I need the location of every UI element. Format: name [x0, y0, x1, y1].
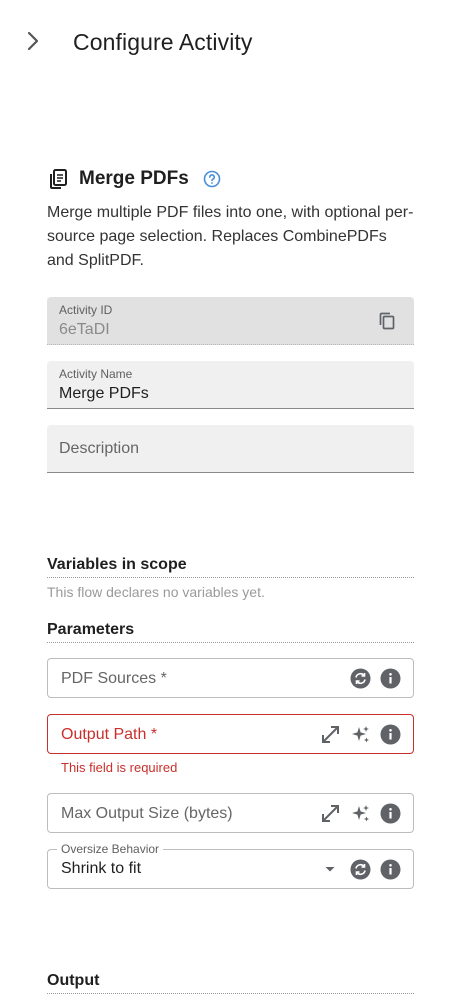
copy-icon	[379, 312, 395, 330]
activity-id-value: 6eTaDI	[59, 321, 110, 338]
info-button[interactable]	[379, 802, 401, 824]
chevron-right-icon	[27, 31, 39, 51]
sparkle-icon	[351, 804, 369, 821]
info-icon	[380, 859, 400, 879]
info-icon	[380, 668, 400, 688]
activity-title: Merge PDFs	[79, 168, 189, 189]
max-output-size-field[interactable]: Max Output Size (bytes)	[47, 793, 414, 833]
activity-description: Merge multiple PDF files into one, with …	[47, 204, 414, 269]
sync-icon	[350, 859, 370, 879]
parameters-section-title: Parameters	[47, 621, 414, 643]
pdf-sources-label: PDF Sources *	[61, 670, 167, 687]
copy-id-button[interactable]	[376, 310, 398, 332]
toggle-binding-button[interactable]	[349, 667, 371, 689]
expand-icon	[321, 725, 339, 743]
page-title: Configure Activity	[73, 29, 253, 55]
output-path-label: Output Path *	[61, 726, 158, 743]
activity-name-value: Merge PDFs	[59, 385, 149, 402]
sparkle-icon	[351, 725, 369, 742]
variables-section-title: Variables in scope	[47, 556, 414, 578]
max-output-size-label: Max Output Size (bytes)	[61, 805, 233, 822]
pdf-sources-field[interactable]: PDF Sources *	[47, 658, 414, 698]
expand-editor-button[interactable]	[319, 723, 341, 745]
info-button[interactable]	[379, 723, 401, 745]
ai-assist-button[interactable]	[349, 723, 371, 745]
info-icon	[380, 803, 400, 823]
output-path-field[interactable]: Output Path *	[47, 714, 414, 754]
variables-empty-text: This flow declares no variables yet.	[47, 584, 265, 600]
expand-editor-button[interactable]	[319, 802, 341, 824]
info-button[interactable]	[379, 858, 401, 880]
activity-heading: Merge PDFs	[47, 165, 221, 193]
sync-icon	[350, 668, 370, 688]
oversize-behavior-select[interactable]: Oversize Behavior Shrink to fit	[47, 842, 414, 889]
description-field[interactable]: Description	[47, 425, 414, 473]
output-path-error: This field is required	[61, 760, 178, 775]
expand-icon	[321, 804, 339, 822]
activity-id-label: Activity ID	[59, 303, 113, 317]
output-section-title: Output	[47, 972, 414, 994]
collapse-panel-button[interactable]	[20, 28, 46, 54]
info-icon	[380, 724, 400, 744]
ai-assist-button[interactable]	[349, 802, 371, 824]
description-placeholder: Description	[59, 440, 140, 457]
copy-pages-icon	[47, 168, 69, 190]
activity-name-field[interactable]: Activity Name Merge PDFs	[47, 361, 414, 409]
help-circle-icon[interactable]	[203, 170, 221, 188]
activity-id-field: Activity ID 6eTaDI	[47, 297, 414, 345]
oversize-behavior-value: Shrink to fit	[61, 860, 142, 877]
toggle-binding-button[interactable]	[349, 858, 371, 880]
panel-header: Configure Activity	[0, 0, 470, 84]
oversize-behavior-label: Oversize Behavior	[57, 842, 164, 856]
caret-down-icon	[325, 867, 335, 872]
dropdown-arrow-button[interactable]	[319, 858, 341, 880]
info-button[interactable]	[379, 667, 401, 689]
activity-name-label: Activity Name	[59, 367, 133, 381]
